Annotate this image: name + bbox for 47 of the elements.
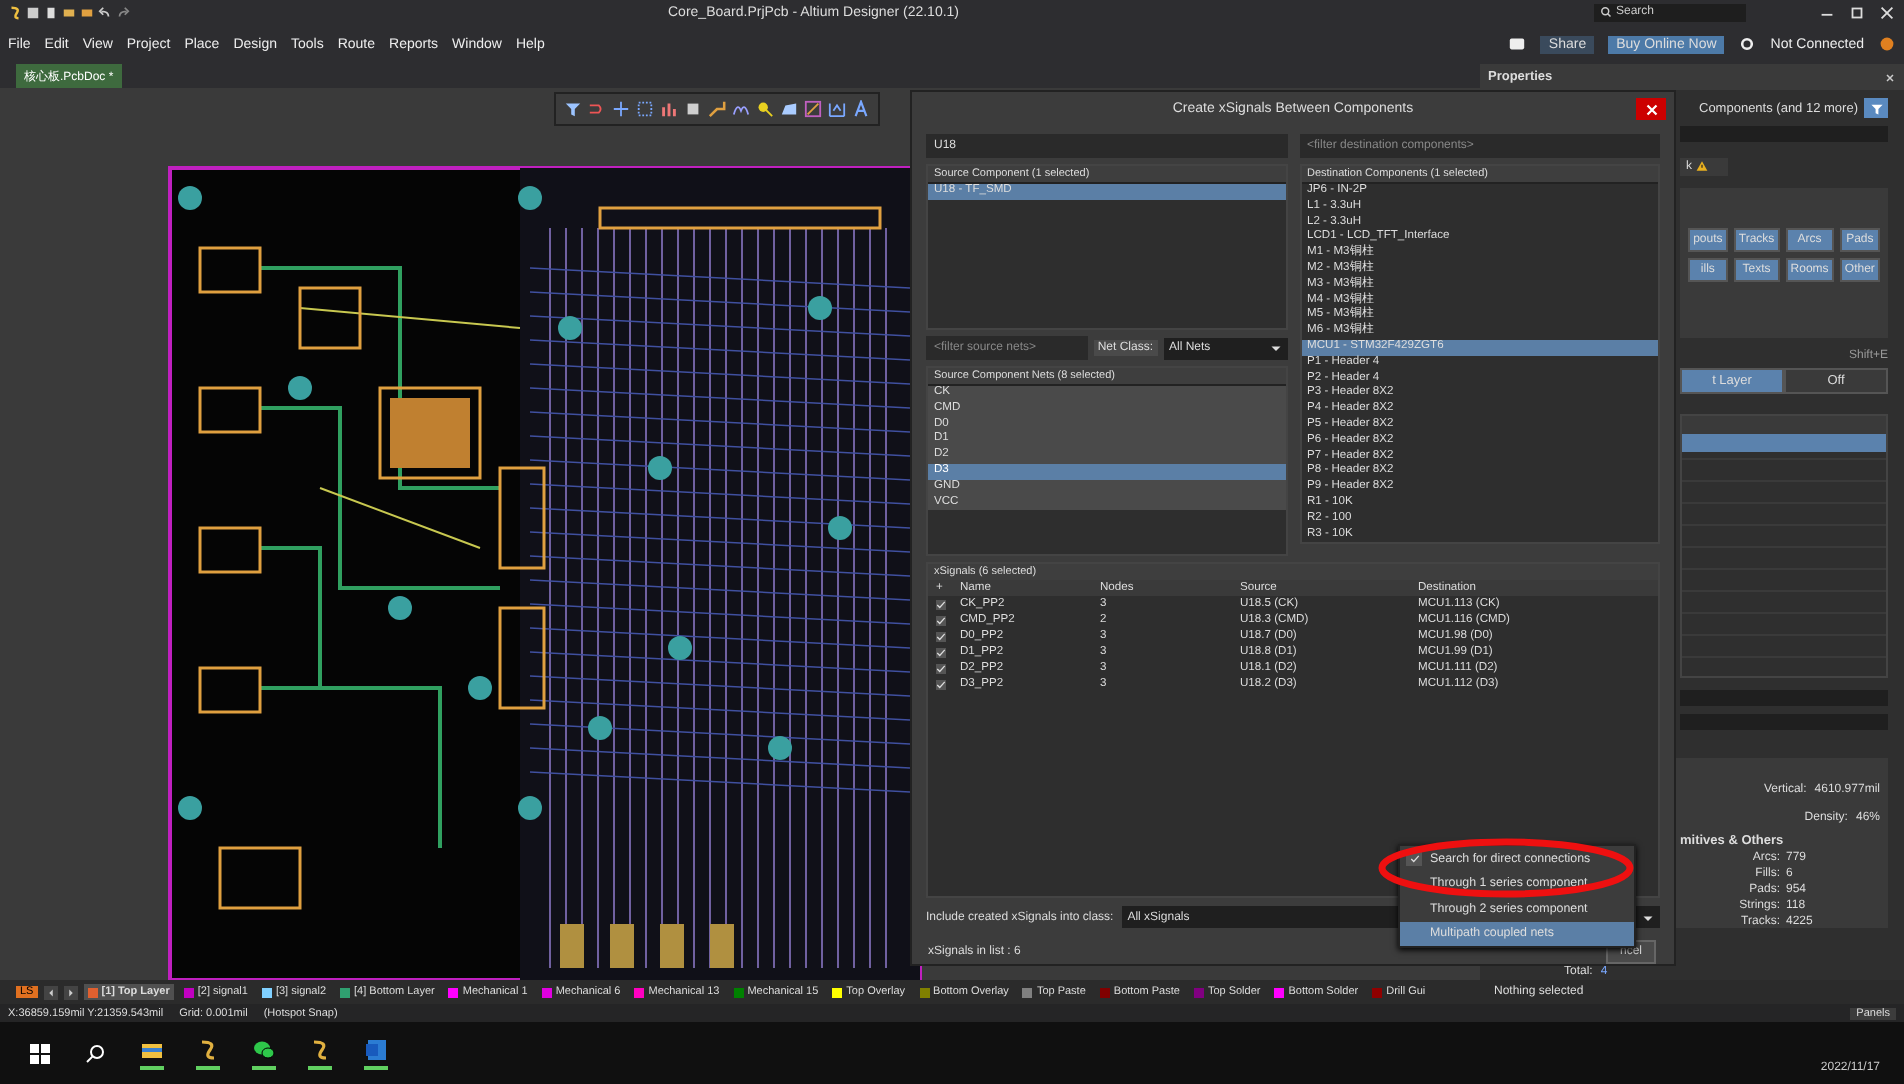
close-icon[interactable] [1878,3,1896,21]
save-icon[interactable] [26,5,40,19]
dropdown-caret-icon [1269,342,1281,354]
bar-chart-icon[interactable] [660,100,678,118]
arc-icon[interactable] [732,100,750,118]
line-icon[interactable] [804,100,822,118]
checkmark-icon [1409,853,1419,864]
word-icon[interactable] [364,1037,388,1069]
row-checkbox[interactable] [936,663,946,673]
track-icon[interactable] [708,100,726,118]
user-icon[interactable] [1878,36,1896,52]
pin-icon[interactable] [756,100,774,118]
mesh-icon[interactable] [828,100,846,118]
route-icon[interactable] [588,100,606,118]
warning-icon [1695,160,1708,172]
filter-icon [1869,101,1883,115]
settings-icon[interactable] [1738,36,1757,52]
filter-button[interactable] [1864,98,1888,118]
maximize-icon[interactable] [1848,3,1866,21]
close-button[interactable] [1636,98,1666,120]
chat-icon[interactable] [1508,36,1527,52]
select-icon[interactable] [636,100,654,118]
text-icon[interactable] [852,100,870,118]
right-arrow-icon[interactable] [63,985,78,999]
chat-icon[interactable] [252,1037,276,1069]
search-icon [1600,6,1612,18]
close-icon [1645,103,1657,115]
app-logo-icon [8,5,22,19]
row-checkbox[interactable] [936,599,946,609]
windows-start-icon[interactable] [28,1041,52,1065]
search-icon[interactable] [84,1041,108,1065]
dropdown-caret-icon [1642,911,1654,923]
undo-icon[interactable] [98,5,112,19]
left-arrow-icon[interactable] [43,985,58,999]
app-icon[interactable] [196,1037,220,1069]
plus-icon[interactable] [612,100,630,118]
row-checkbox[interactable] [936,631,946,641]
document-icon[interactable] [44,5,58,19]
square-icon[interactable] [684,100,702,118]
filter-icon[interactable] [564,100,582,118]
redo-icon[interactable] [116,5,130,19]
row-checkbox[interactable] [936,615,946,625]
row-checkbox[interactable] [936,647,946,657]
row-checkbox[interactable] [936,679,946,689]
app-icon[interactable] [308,1037,332,1069]
polygon-icon[interactable] [780,100,798,118]
close-icon[interactable] [1884,71,1896,83]
